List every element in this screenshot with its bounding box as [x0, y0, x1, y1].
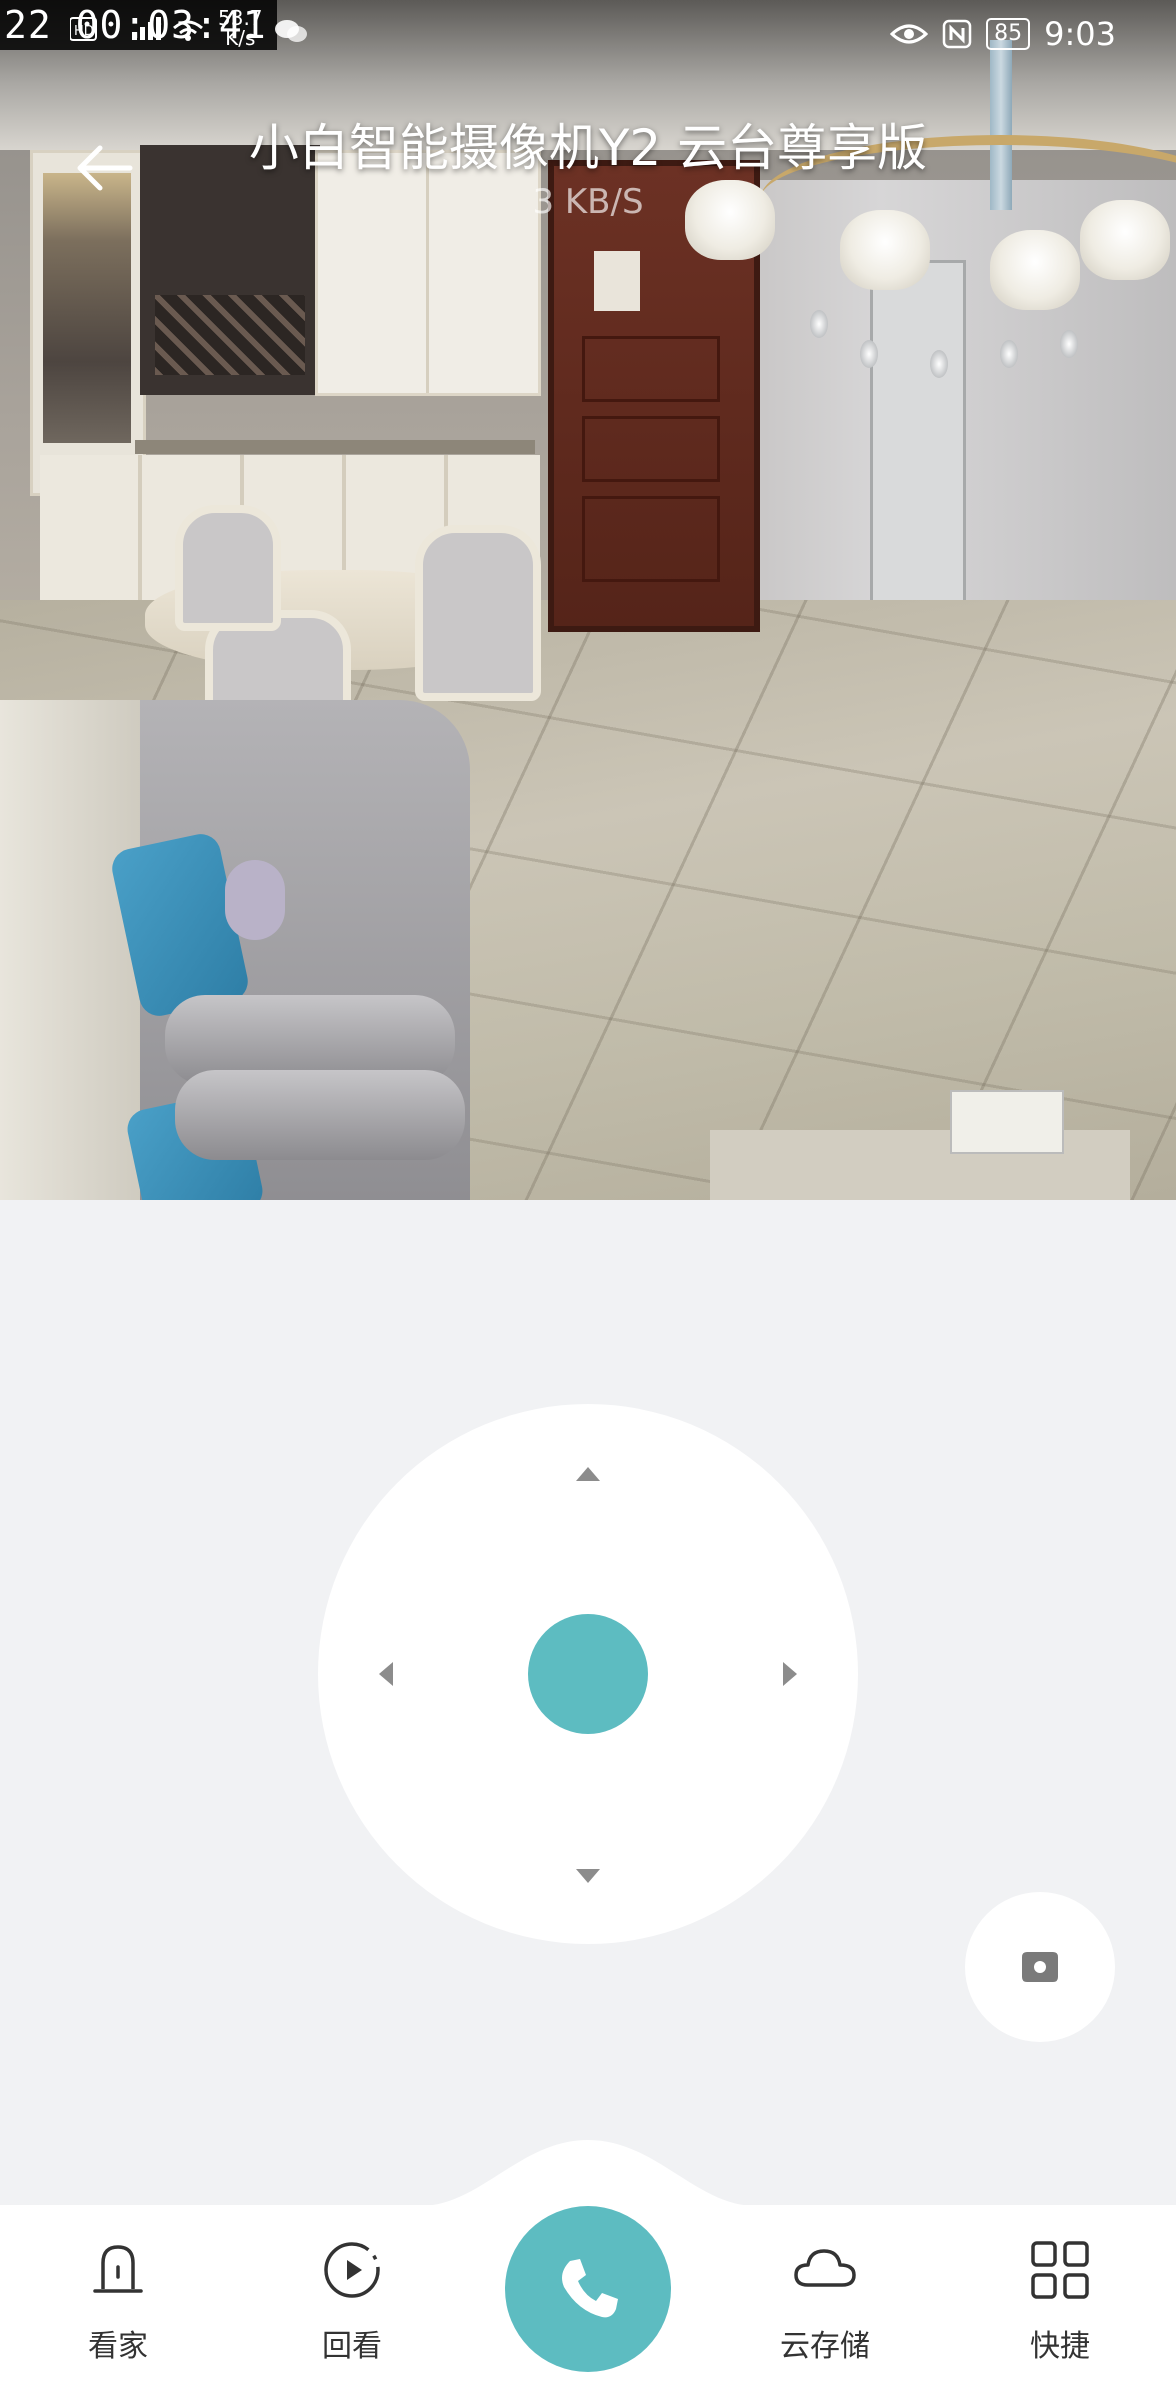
- playback-icon: [324, 2242, 380, 2298]
- arrow-left-icon: [379, 1662, 393, 1686]
- ptz-left-button[interactable]: [366, 1654, 406, 1694]
- phone-icon: [562, 2259, 618, 2318]
- network-speed-value: 53.7: [218, 6, 263, 30]
- nav-label-home-guard: 看家: [88, 2329, 148, 2364]
- alarm-light-icon: [93, 2245, 143, 2293]
- nav-item-home-guard[interactable]: 看家: [38, 2235, 198, 2385]
- feed-chair: [175, 505, 281, 631]
- status-right: 85 9:03: [890, 14, 1116, 54]
- screenshot-button[interactable]: [965, 1892, 1115, 2042]
- feed-sofa: [0, 700, 470, 1200]
- bitrate-readout: 3 KB/S: [532, 182, 644, 222]
- call-button[interactable]: [505, 2206, 671, 2372]
- page-title: 小白智能摄像机Y2 云台尊享版: [248, 119, 928, 177]
- nav-item-cloud-storage[interactable]: 云存储: [745, 2235, 905, 2385]
- camera-icon: [1022, 1952, 1058, 1982]
- ptz-center-knob[interactable]: [528, 1614, 648, 1734]
- nav-item-playback[interactable]: 回看: [272, 2235, 432, 2385]
- feed-counter: [135, 440, 535, 454]
- nav-label-cloud-storage: 云存储: [780, 2329, 870, 2364]
- nav-label-shortcuts: 快捷: [1030, 2329, 1090, 2364]
- ptz-right-button[interactable]: [770, 1654, 810, 1694]
- ptz-up-button[interactable]: [568, 1454, 608, 1494]
- arrow-right-icon: [783, 1662, 797, 1686]
- arrow-down-icon: [576, 1869, 600, 1883]
- cloud-icon: [794, 2249, 856, 2287]
- signal-icons: HD: [69, 14, 210, 51]
- ptz-down-button[interactable]: [568, 1856, 608, 1896]
- nav-label-playback: 回看: [322, 2329, 382, 2364]
- camera-live-feed[interactable]: [0, 0, 1176, 1200]
- nfc-icon: [942, 19, 972, 49]
- status-bar: 22 00:03:41 HD 53.7 K/s 85 9:03: [0, 0, 1176, 68]
- grid-icon: [1031, 2241, 1089, 2299]
- arrow-up-icon: [576, 1467, 600, 1481]
- feed-coffee-table: [710, 1090, 1130, 1200]
- cellular-signal-icon: HD: [69, 17, 203, 41]
- wechat-icon: [275, 20, 307, 42]
- bottom-bar-curve: [0, 2140, 1176, 2210]
- feed-chair: [415, 525, 541, 701]
- battery-level: 85: [986, 18, 1031, 50]
- eye-comfort-icon: [890, 24, 929, 44]
- network-speed: 53.7 K/s: [218, 8, 263, 48]
- clock: 9:03: [1044, 15, 1116, 53]
- feed-plush-toy: [225, 860, 285, 940]
- ptz-control-pad[interactable]: [318, 1404, 858, 1944]
- network-speed-unit: K/s: [225, 26, 256, 50]
- svg-text:HD: HD: [74, 24, 94, 39]
- nav-item-shortcuts[interactable]: 快捷: [980, 2235, 1140, 2385]
